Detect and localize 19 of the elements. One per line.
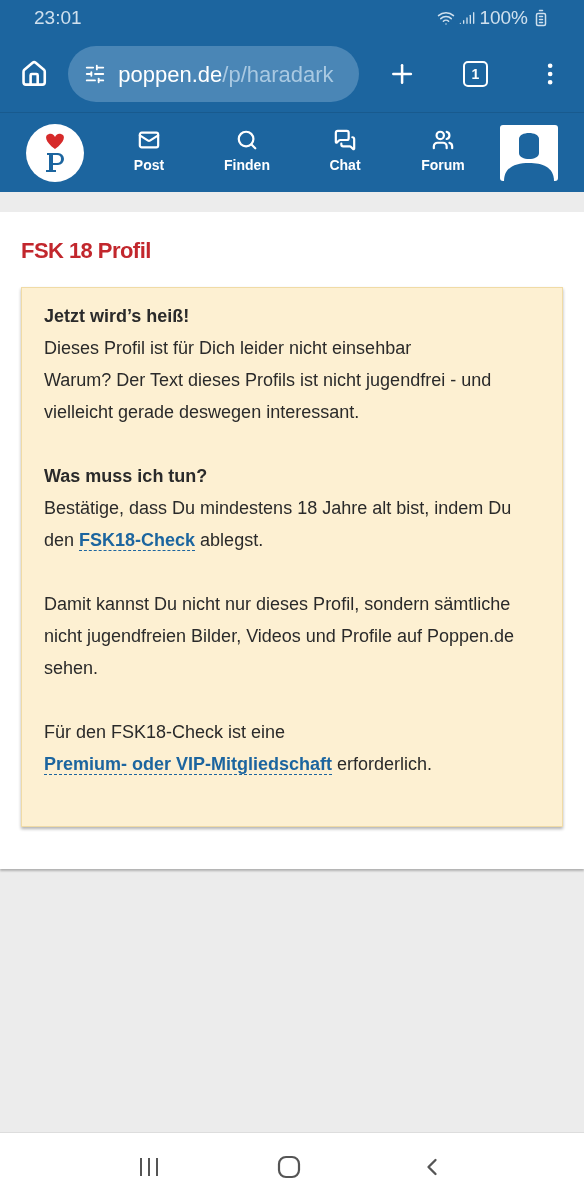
nav-tab[interactable]: Finden	[212, 129, 282, 176]
inline-link[interactable]: Premium- oder VIP-Mitgliedschaft	[44, 754, 333, 775]
notice-text: Für den FSK18-Check ist eine Premium- oder VIP-Mitgliedschaft erforderlich.	[44, 721, 434, 777]
notice-heading: Jetzt wird’s heiß!	[44, 305, 191, 328]
status-time: 23:01	[34, 5, 82, 30]
notice-text: Bestätige, dass Du mindestens 18 Jahre alt bist, indem Du den FSK18-Check ablegst.	[44, 497, 513, 553]
battery-level: 100%	[479, 5, 528, 30]
page-title: FSK 18 Profil	[21, 237, 152, 265]
nav-tab[interactable]: Post	[114, 129, 184, 176]
notice-heading: Was muss ich tun?	[44, 465, 209, 488]
inline-link[interactable]: FSK18-Check	[79, 530, 196, 551]
nav-tab[interactable]: Chat	[310, 129, 380, 176]
notice-text: Damit kannst Du nicht nur dieses Profil, sondern sämtliche nicht jugendfreien Bilder, Videos und Profile auf Poppen.de sehen.	[44, 593, 515, 680]
notice-text: Warum? Der Text dieses Profils ist nicht jugendfrei - und vielleicht gerade deswegen interessant.	[44, 369, 493, 424]
url-text: poppen.de/p/haradark	[118, 60, 334, 89]
notice-text: Dieses Profil ist für Dich leider nicht einsehbar	[44, 337, 413, 360]
nav-tab[interactable]: Forum	[408, 129, 478, 176]
tab-count-button[interactable]: 1	[462, 61, 488, 87]
address-bar[interactable]: poppen.de/p/haradark	[68, 46, 359, 102]
